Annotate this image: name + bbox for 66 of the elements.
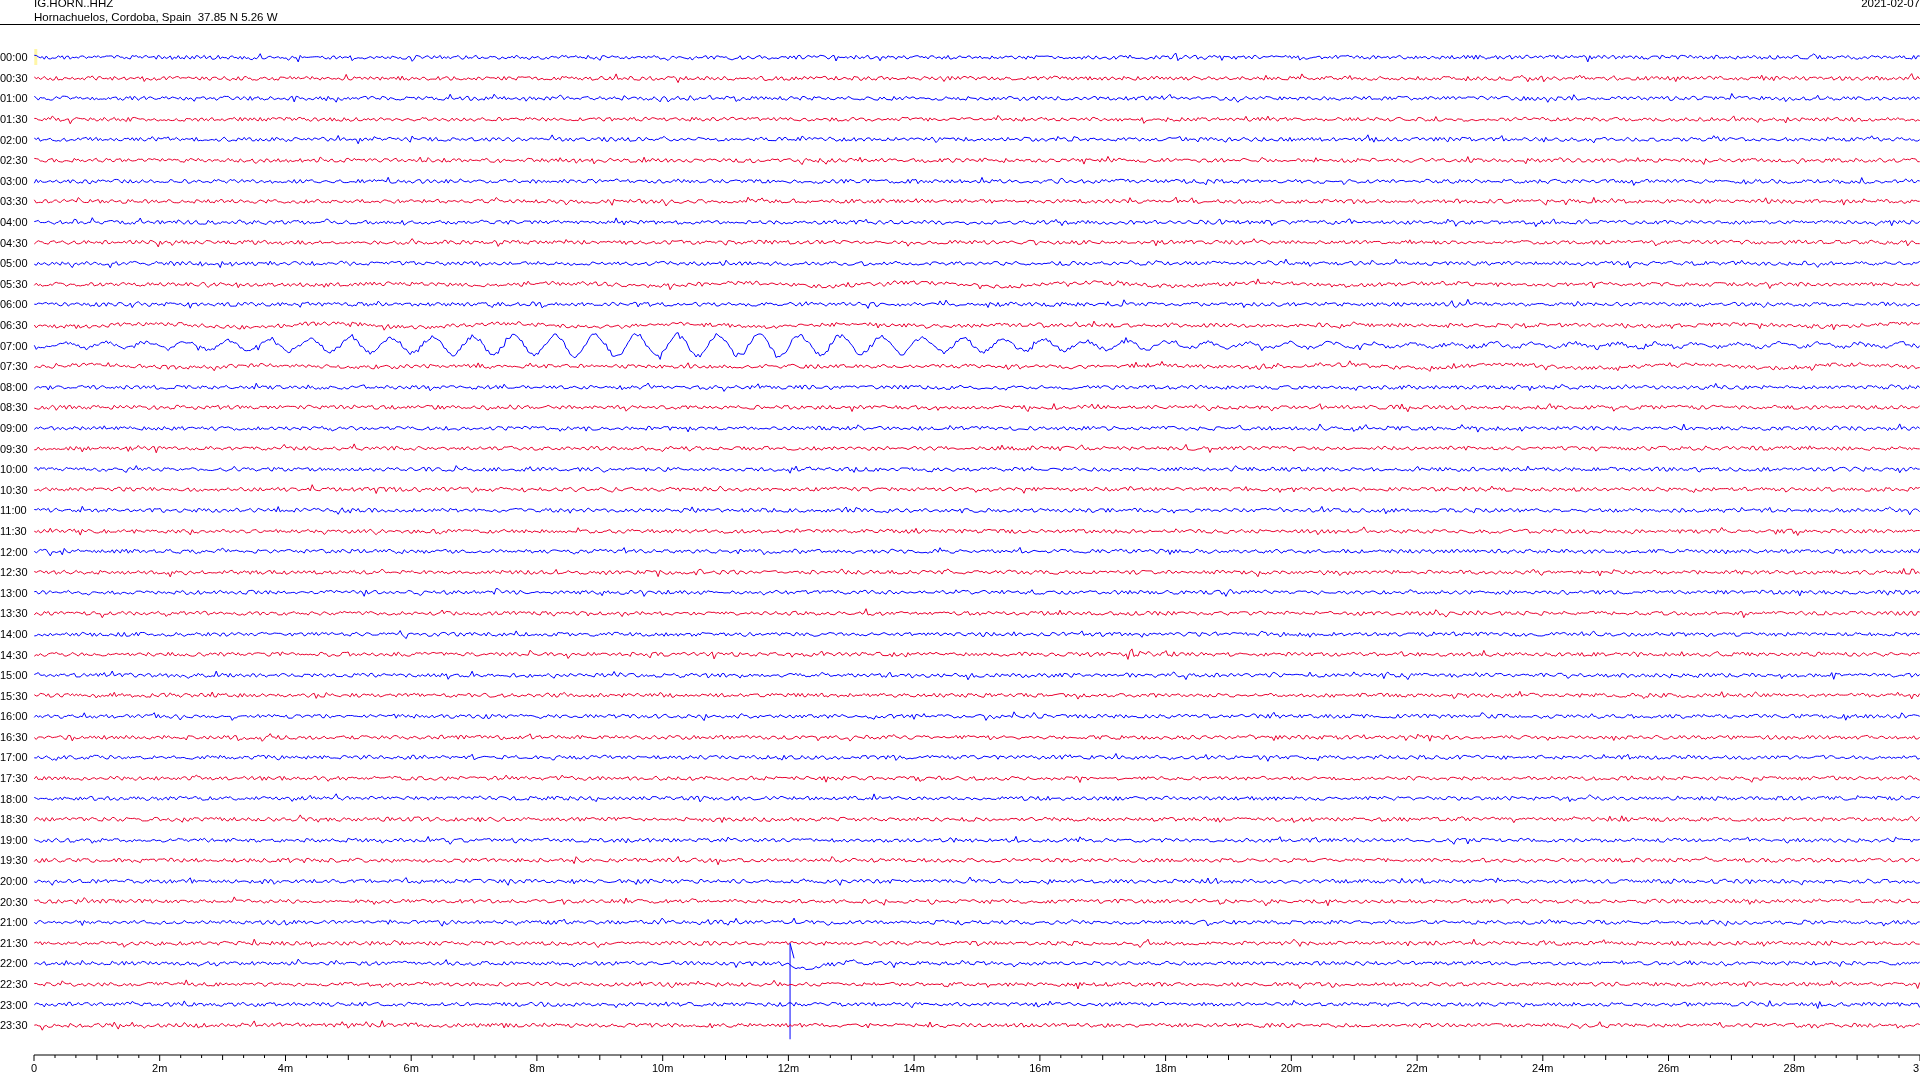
row-time-label: 05:00 [0,257,29,270]
station-location: Hornachuelos, Cordoba, Spain 37.85 N 5.26 W [34,10,278,24]
row-time-label: 09:30 [0,442,29,455]
axis-tick-label: 0 [30,1061,38,1074]
axis-tick-label: 24m [1532,1061,1554,1074]
axis-tick-label: 22m [1406,1061,1428,1074]
row-time-label: 12:00 [0,545,29,558]
row-time-label: 11:30 [0,524,28,537]
row-time-label: 13:00 [0,586,29,599]
row-time-label: 01:30 [0,113,29,126]
row-time-label: 06:00 [0,298,29,311]
axis-tick-label: 28m [1783,1061,1805,1074]
row-time-label: 16:00 [0,710,29,723]
row-time-label: 07:00 [0,339,29,352]
row-time-label: 04:00 [0,216,29,229]
row-time-label: 00:00 [0,51,29,64]
row-time-label: 11:00 [0,504,28,517]
row-time-label: 07:30 [0,360,29,373]
row-time-label: 20:30 [0,895,29,908]
row-time-label: 16:30 [0,730,29,743]
row-time-label: 05:30 [0,277,29,290]
row-time-label: 04:30 [0,236,29,249]
row-time-label: 02:30 [0,154,29,167]
axis-tick-label: 16m [1029,1061,1051,1074]
axis-tick-label: 14m [903,1061,925,1074]
row-time-label: 19:30 [0,854,29,867]
row-time-label: 20:00 [0,875,29,888]
row-time-label: 19:00 [0,833,29,846]
row-time-label: 10:00 [0,463,29,476]
row-time-label: 08:30 [0,401,29,414]
axis-tick-label: 2m [152,1061,168,1074]
row-time-label: 17:00 [0,751,29,764]
row-time-label: 21:30 [0,936,29,949]
row-time-label: 14:30 [0,648,29,661]
row-time-label: 08:00 [0,380,29,393]
axis-tick-label: 12m [777,1061,800,1074]
row-time-label: 01:00 [0,92,29,105]
axis-tick-label: 3 [1913,1061,1920,1074]
row-time-label: 09:00 [0,422,29,434]
row-time-label: 15:00 [0,669,29,682]
start-marker-icon [34,49,38,65]
axis-tick-label: 10m [651,1061,674,1074]
row-time-label: 23:00 [0,998,29,1011]
row-time-label: 03:30 [0,195,29,208]
row-time-label: 18:00 [0,792,29,805]
axis-tick-label: 4m [277,1061,294,1074]
axis-tick-label: 6m [403,1061,419,1074]
row-time-label: 21:00 [0,916,29,929]
row-time-label: 22:00 [0,957,29,970]
row-time-label: 18:30 [0,813,29,826]
axis-tick-label: 18m [1154,1061,1177,1074]
row-time-label: 23:30 [0,1019,29,1032]
row-time-label: 02:00 [0,133,29,146]
axis-tick-label: 8m [529,1061,545,1074]
row-time-label: 14:00 [0,627,29,640]
row-time-label: 00:30 [0,71,29,84]
row-time-label: 06:30 [0,319,29,331]
row-time-label: 15:30 [0,689,29,702]
row-time-label: 03:00 [0,174,29,187]
axis-tick-label: 20m [1280,1061,1303,1074]
row-time-label: 12:30 [0,566,29,579]
row-time-label: 22:30 [0,978,29,990]
axis-tick-label: 26m [1657,1061,1680,1074]
row-time-label: 17:30 [0,772,29,785]
row-time-label: 13:30 [0,607,29,620]
row-time-label: 10:30 [0,483,29,496]
